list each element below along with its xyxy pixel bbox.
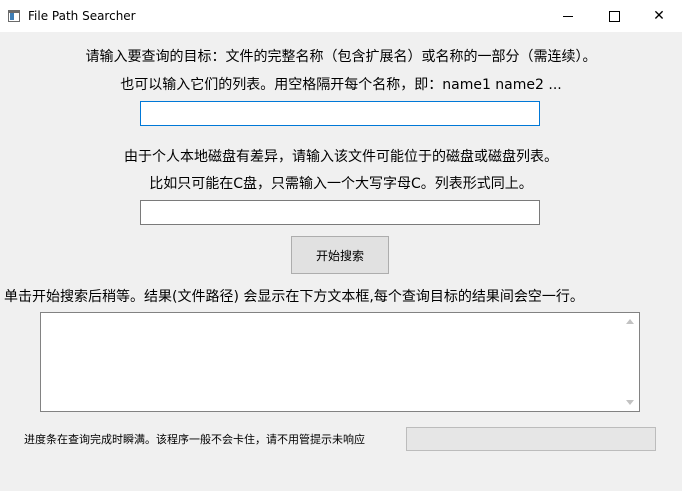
maximize-icon	[608, 10, 620, 22]
close-icon: ✕	[653, 8, 665, 24]
minimize-icon	[563, 15, 573, 17]
app-window: File Path Searcher ✕ 请输入要查询的目标：文件的完整名称（包…	[0, 0, 682, 491]
drive-list-input[interactable]	[141, 201, 539, 224]
window-app-icon	[8, 10, 20, 22]
results-textbox[interactable]	[40, 312, 640, 412]
start-search-button[interactable]: 开始搜索	[291, 236, 389, 274]
results-scrollbar[interactable]	[622, 313, 639, 411]
target-instruction-line2: 也可以输入它们的列表。用空格隔开每个名称，即：name1 name2 ...	[120, 77, 562, 93]
drive-list-field[interactable]	[140, 200, 540, 225]
close-button[interactable]: ✕	[636, 0, 682, 32]
target-name-input[interactable]	[141, 102, 539, 125]
target-name-field[interactable]	[140, 101, 540, 126]
progress-bar	[406, 427, 656, 451]
maximize-button[interactable]	[591, 0, 637, 32]
title-bar[interactable]: File Path Searcher ✕	[0, 0, 682, 32]
progress-label: 进度条在查询完成时瞬满。该程序一般不会卡住，请不用管提示未响应	[24, 433, 365, 446]
scroll-down-arrow-icon[interactable]	[626, 400, 634, 405]
window-title: File Path Searcher	[28, 9, 136, 23]
minimize-button[interactable]	[545, 0, 591, 32]
drive-instruction-line2: 比如只可能在C盘，只需输入一个大写字母C。列表形式同上。	[149, 176, 533, 192]
drive-instruction-line1: 由于个人本地磁盘有差异，请输入该文件可能位于的磁盘或磁盘列表。	[124, 149, 558, 165]
scroll-up-arrow-icon[interactable]	[626, 319, 634, 324]
results-hint: 单击开始搜索后稍等。结果(文件路径) 会显示在下方文本框,每个查询目标的结果间会…	[4, 289, 584, 305]
target-instruction-line1: 请输入要查询的目标：文件的完整名称（包含扩展名）或名称的一部分（需连续）。	[85, 49, 597, 65]
